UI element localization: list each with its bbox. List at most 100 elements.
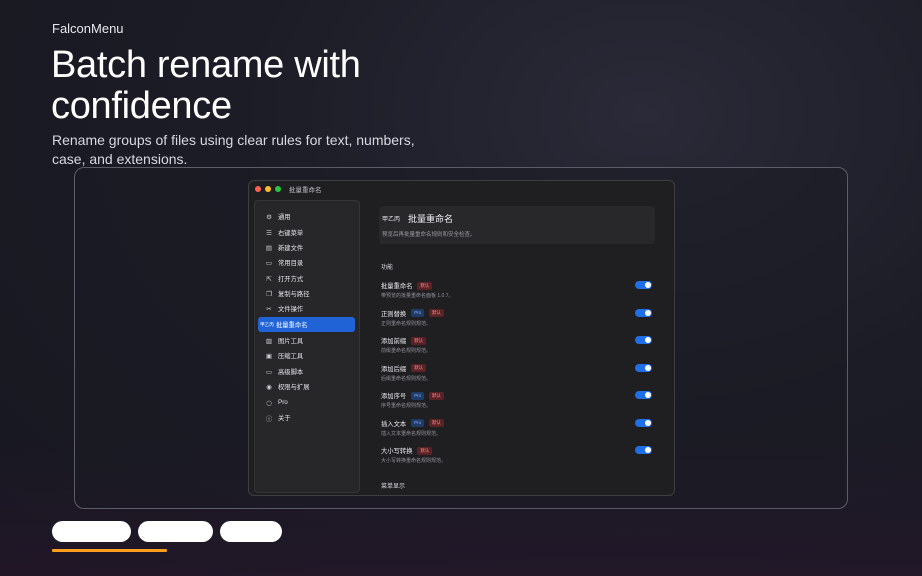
image-icon: ▨ xyxy=(265,336,273,345)
pro-badge: Pro xyxy=(411,391,425,400)
feature-name: 插入文本 xyxy=(381,420,407,428)
active-tab-indicator xyxy=(52,549,167,552)
feature-name: 大小写转换 xyxy=(381,448,413,455)
folder-icon: ▭ xyxy=(265,258,273,267)
feature-description: 序号重命名规则规范。 xyxy=(381,403,432,409)
feature-toggle[interactable] xyxy=(635,446,652,454)
cta-button-2[interactable] xyxy=(138,521,213,542)
sidebar-item-label: 常用目录 xyxy=(278,260,304,267)
feature-description: 带预览的批量重命名面板 1.0.7。 xyxy=(381,293,454,299)
default-badge: 默认 xyxy=(429,419,444,427)
feature-description: 前缀重命名规则规范。 xyxy=(381,348,432,354)
sidebar-item-12[interactable]: ◉ 权限与扩展 xyxy=(258,379,355,394)
sidebar-item-label: 文件操作 xyxy=(278,306,304,313)
section-header-card: 甲乙丙 批量重命名 预览后再批量重命名规则和安全检查。 xyxy=(379,206,655,244)
sidebar-item-label: 压缩工具 xyxy=(278,353,304,360)
menu-list-icon: ☰ xyxy=(266,228,272,237)
feature-title: 批量重命名 默认 xyxy=(381,281,433,290)
open-with-icon: ⇱ xyxy=(266,274,272,283)
feature-row: 批量重命名 默认带预览的批量重命名面板 1.0.7。 xyxy=(379,278,655,305)
pro-badge: Pro xyxy=(411,309,425,317)
script-icon: ▭ xyxy=(265,367,273,376)
window-titlebar: 批量重命名 xyxy=(249,181,674,197)
section-title: 批量重命名 xyxy=(408,214,454,224)
sidebar-item-4[interactable]: ▭ 常用目录 xyxy=(258,255,355,270)
sidebar-item-6[interactable]: ❐ 复制与路径 xyxy=(258,286,355,301)
window-title: 批量重命名 xyxy=(289,187,322,194)
feature-row: 大小写转换 默认 大小写转换重命名规则规范。 xyxy=(379,443,655,470)
feature-description: 后缀重命名规则规范。 xyxy=(381,375,432,382)
brand-name: FalconMenu xyxy=(52,21,124,36)
sidebar-item-label: 新建文件 xyxy=(278,245,304,252)
toggle-knob xyxy=(645,447,651,453)
info-icon: ⓘ xyxy=(265,414,273,423)
default-badge: 默认 xyxy=(417,281,433,290)
rename-icon: 甲乙丙 xyxy=(382,217,401,223)
sidebar-item-label: 右键菜单 xyxy=(278,230,304,237)
default-badge: 默认 xyxy=(429,391,444,400)
toggle-knob xyxy=(645,282,651,288)
close-window-button[interactable] xyxy=(255,186,261,192)
feature-toggle[interactable] xyxy=(635,281,652,289)
zoom-window-button[interactable] xyxy=(275,186,281,192)
sidebar-item-label: 权限与扩展 xyxy=(278,384,310,391)
feature-title: 正则替换 Pro 默认 xyxy=(381,309,444,318)
rename-settings-pane: 甲乙丙 批量重命名 预览后再批量重命名规则和安全检查。 功能 批量重命名 默认 带预… xyxy=(362,197,674,495)
sidebar-item-label: 关于 xyxy=(278,415,291,422)
feature-title: 大小写转换 默认 xyxy=(381,446,433,455)
feature-row: 添加序号 Pro 默认序号重命名规则规范。 xyxy=(379,388,655,415)
sidebar-item-11[interactable]: ▭ 高级脚本 xyxy=(258,364,355,379)
toggle-knob xyxy=(645,309,651,316)
sidebar-item-label: 高级脚本 xyxy=(278,369,304,376)
feature-title: 添加前缀 默认 xyxy=(381,336,426,345)
feature-name: 正则替换 xyxy=(381,310,407,318)
minimize-window-button[interactable] xyxy=(265,186,271,192)
sidebar-item-label: Pro xyxy=(278,399,288,406)
hero-headline: Batch rename with confidence xyxy=(51,44,361,127)
menu-display-section-label: 菜单显示 xyxy=(381,484,406,490)
feature-name: 添加后缀 xyxy=(381,365,407,373)
feature-description: 插入文本重命名规则规范。 xyxy=(381,430,442,437)
feature-description: 正则重命名规则规范。 xyxy=(381,320,432,327)
toggle-knob xyxy=(645,337,651,343)
rename-icon: 甲乙丙 xyxy=(260,321,274,327)
archive-icon: ▣ xyxy=(265,351,273,360)
feature-toggle[interactable] xyxy=(635,336,652,344)
feature-toggle[interactable] xyxy=(635,308,652,317)
feature-toggle[interactable] xyxy=(635,363,652,372)
toggle-knob xyxy=(645,419,651,426)
default-badge: 默认 xyxy=(411,364,426,372)
feature-row: 正则替换 Pro 默认正则重命名规则规范。 xyxy=(379,306,655,333)
sidebar-item-13[interactable]: ○ Pro xyxy=(258,395,355,410)
sidebar-item-label: 批量重命名 xyxy=(276,322,308,329)
sidebar-item-14[interactable]: ⓘ 关于 xyxy=(258,410,355,425)
sidebar-item-2[interactable]: ☰ 右键菜单 xyxy=(258,225,355,240)
sidebar-item-8[interactable]: 甲乙丙 批量重命名 xyxy=(258,317,355,332)
sidebar-item-3[interactable]: ▤ 新建文件 xyxy=(258,240,355,255)
toggle-knob xyxy=(645,392,651,398)
sidebar-item-7[interactable]: ✂ 文件操作 xyxy=(258,301,355,316)
toggle-knob xyxy=(645,364,651,371)
app-window: 批量重命名 ⚙ 通用 ☰ 右键菜单 ▤ 新建文件 ▭ 常用目录 ⇱ 打开方式 ❐ 复制与路径 ✂ 文件操作… xyxy=(248,180,675,496)
cta-button-3[interactable] xyxy=(220,521,282,542)
feature-name: 添加前缀 xyxy=(381,338,407,345)
feature-row: 插入文本 Pro 默认 插入文本重命名规则规范。 xyxy=(379,416,655,443)
gear-icon: ⚙ xyxy=(266,212,272,221)
sidebar-item-9[interactable]: ▨ 图片工具 xyxy=(258,333,355,348)
sidebar-item-10[interactable]: ▣ 压缩工具 xyxy=(258,348,355,363)
feature-title: 添加序号 Pro 默认 xyxy=(381,391,444,400)
sidebar-item-1[interactable]: ⚙ 通用 xyxy=(258,209,355,224)
section-description: 预览后再批量重命名规则和安全检查。 xyxy=(382,232,476,238)
feature-name: 批量重命名 xyxy=(381,283,413,290)
default-badge: 默认 xyxy=(417,446,433,455)
feature-title: 添加后缀 默认 xyxy=(381,364,426,373)
sidebar-item-5[interactable]: ⇱ 打开方式 xyxy=(258,271,355,286)
feature-toggle[interactable] xyxy=(635,418,652,427)
feature-row: 添加后缀 默认 后缀重命名规则规范。 xyxy=(379,361,655,388)
feature-toggle[interactable] xyxy=(635,391,652,399)
default-badge: 默认 xyxy=(429,309,444,317)
copy-icon: ❐ xyxy=(266,289,272,298)
feature-name: 添加序号 xyxy=(381,393,407,400)
cta-button-1[interactable] xyxy=(52,521,131,542)
feature-title: 插入文本 Pro 默认 xyxy=(381,419,444,428)
